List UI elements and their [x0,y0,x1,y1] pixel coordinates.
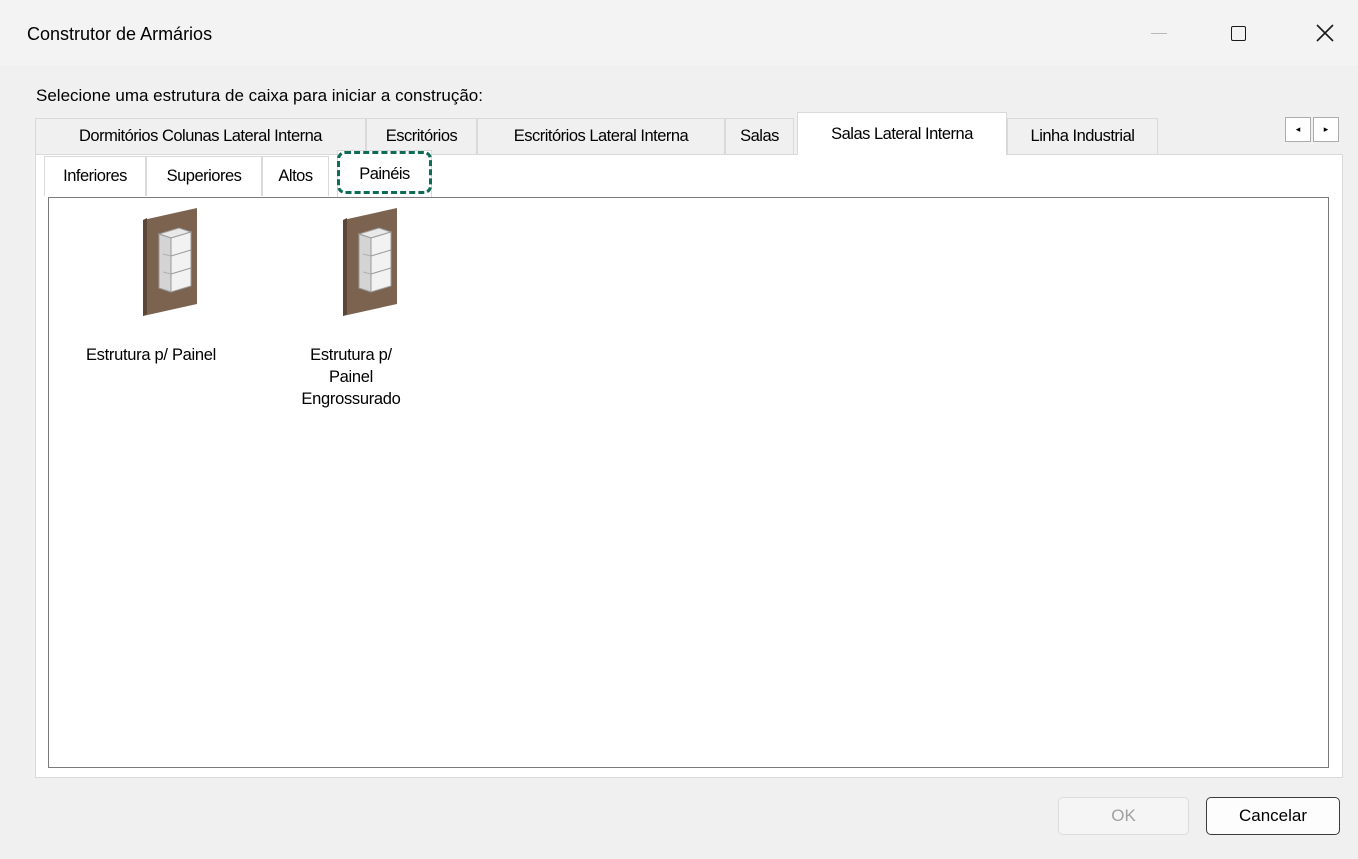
list-item[interactable]: Estrutura p/ Painel [61,206,241,366]
panel-cabinet-icon [143,208,197,316]
scroll-left-icon: ◂ [1295,124,1301,134]
item-label: Estrutura p/ Painel Engrossurado [301,346,401,408]
tab-inferiores[interactable]: Inferiores [44,156,146,196]
instruction-text: Selecione uma estrutura de caixa para in… [36,86,483,105]
scroll-right-icon: ▸ [1323,124,1329,134]
item-label: Estrutura p/ Painel [85,346,217,364]
ok-button[interactable]: OK [1058,797,1189,835]
panel-cabinet-icon [343,208,397,316]
tab-scroll-buttons: ◂ ▸ [1285,117,1341,143]
tab-salas-lateral-interna[interactable]: Salas Lateral Interna [797,112,1007,155]
selection-highlight [337,151,432,194]
maximize-icon [1230,25,1246,41]
cancel-button[interactable]: Cancelar [1206,797,1340,835]
tab-salas[interactable]: Salas [725,118,794,154]
tab-escritorios[interactable]: Escritórios [366,118,477,154]
structure-list: Estrutura p/ Painel Estrutura p/ Painel … [48,197,1329,768]
window-title: Construtor de Armários [27,24,213,44]
maximize-button[interactable] [1215,12,1261,54]
tab-altos[interactable]: Altos [262,156,329,196]
close-button[interactable] [1302,12,1348,54]
list-item[interactable]: Estrutura p/ Painel Engrossurado [261,206,441,410]
tab-escritorios-lateral-interna[interactable]: Escritórios Lateral Interna [477,118,725,154]
title-bar: Construtor de Armários [0,0,1358,66]
tab-dormitorios-colunas-lateral-interna[interactable]: Dormitórios Colunas Lateral Interna [35,118,366,154]
minimize-button[interactable] [1136,12,1182,54]
tab-linha-industrial[interactable]: Linha Industrial [1007,118,1158,154]
minimize-icon [1151,32,1167,34]
tab-superiores[interactable]: Superiores [146,156,262,196]
tab-scroll-right-button[interactable]: ▸ [1313,117,1339,142]
close-icon [1316,24,1334,42]
tab-scroll-left-button[interactable]: ◂ [1285,117,1311,142]
